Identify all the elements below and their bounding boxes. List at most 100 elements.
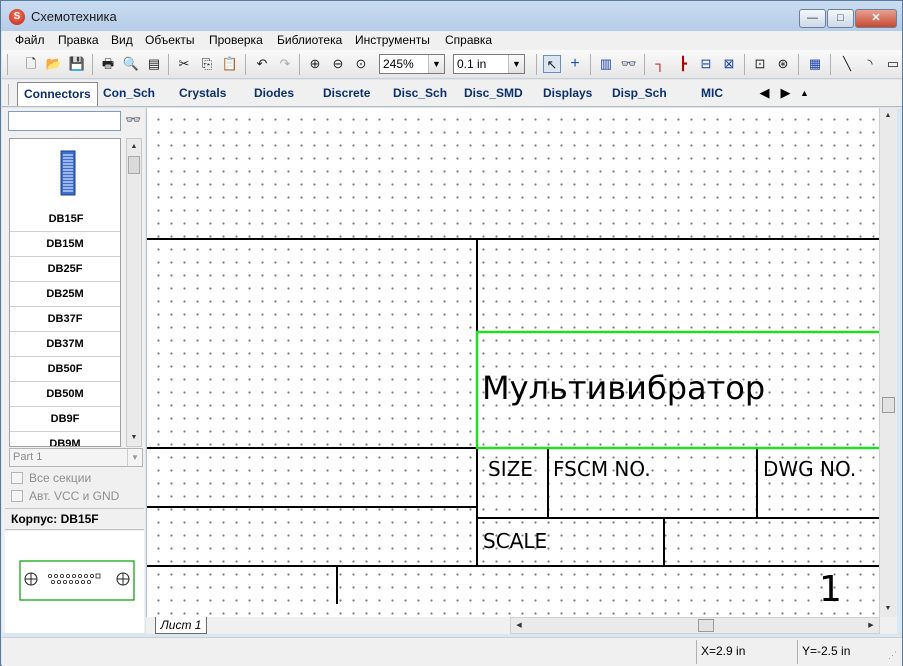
library-search-input[interactable] (8, 111, 121, 131)
rectangle-icon[interactable]: ▭ (884, 55, 902, 73)
cut-icon[interactable]: ✂ (175, 55, 193, 73)
zoom-fit-icon[interactable]: ⊙ (352, 55, 370, 73)
table-icon[interactable]: ▦ (806, 55, 824, 73)
menu-objects[interactable]: Объекты (145, 33, 195, 47)
wire-icon[interactable]: ┐ (651, 55, 669, 73)
junction-icon[interactable]: ⊛ (774, 55, 792, 73)
scroll-down-icon[interactable]: ▼ (881, 601, 895, 617)
list-item[interactable]: DB9F (10, 407, 120, 432)
scroll-left-icon[interactable]: ◀ (512, 618, 526, 633)
toolbar-separator (798, 54, 799, 75)
grid-select[interactable]: 0.1 in ▼ (453, 54, 525, 74)
menu-tools[interactable]: Инструменты (355, 33, 430, 47)
print-icon[interactable]: 🖶 (99, 55, 117, 73)
list-item[interactable]: DB15M (10, 232, 120, 257)
status-x-coordinate: X=2.9 in (696, 640, 796, 664)
zoom-in-icon[interactable]: ⊕ (306, 55, 324, 73)
resize-grip-icon[interactable]: ⋰ (888, 650, 897, 661)
menu-help[interactable]: Справка (445, 33, 492, 47)
line-icon[interactable]: ╲ (838, 55, 856, 73)
scroll-right-icon[interactable]: ▶ (864, 618, 878, 633)
net-label-icon[interactable]: ⊠ (720, 55, 738, 73)
canvas-vertical-scrollbar[interactable]: ▲ ▼ (879, 108, 897, 617)
parts-list[interactable]: DB15F DB15M DB25F DB25M DB37F DB37M DB50… (9, 138, 121, 447)
menu-check[interactable]: Проверка (209, 33, 263, 47)
component-icon[interactable]: ▥ (597, 55, 615, 73)
net-port-icon[interactable]: ⊟ (697, 55, 715, 73)
tab-mic[interactable]: MIC (701, 86, 723, 100)
checkbox-box (11, 490, 23, 502)
close-button[interactable]: ✕ (855, 9, 897, 28)
report-icon[interactable]: ▤ (145, 55, 163, 73)
scroll-up-icon[interactable]: ▲ (881, 108, 895, 124)
toolbar-separator (92, 54, 93, 75)
schematic-title[interactable]: Мультивибратор (482, 369, 765, 407)
redo-icon[interactable]: ↷ (276, 55, 294, 73)
tab-discrete[interactable]: Discrete (323, 86, 370, 100)
copy-icon[interactable]: ⎘ (198, 55, 216, 73)
menu-bar: Файл Правка Вид Объекты Проверка Библиот… (2, 31, 902, 50)
arc-icon[interactable]: ◝ (861, 55, 879, 73)
undo-icon[interactable]: ↶ (253, 55, 271, 73)
tab-disp-sch[interactable]: Disp_Sch (612, 86, 667, 100)
library-tab-bar: Connectors Con_Sch Crystals Diodes Discr… (2, 80, 902, 107)
list-item[interactable]: DB25F (10, 257, 120, 282)
pin-icon[interactable]: ⊡ (751, 55, 769, 73)
menu-library[interactable]: Библиотека (277, 33, 342, 47)
status-bar: X=2.9 in Y=-2.5 in ⋰ (2, 637, 902, 666)
list-item[interactable]: DB9M (10, 432, 120, 446)
zoom-out-icon[interactable]: ⊖ (329, 55, 347, 73)
footprint-preview (19, 560, 135, 601)
find-binoculars-icon[interactable]: 👓 (620, 55, 638, 73)
cross-cursor-icon[interactable]: + (566, 55, 584, 73)
zoom-select[interactable]: 245% ▼ (379, 54, 445, 74)
canvas-horizontal-scrollbar[interactable]: ◀ ▶ (510, 617, 880, 634)
menu-file[interactable]: Файл (15, 33, 45, 47)
package-preview (5, 531, 144, 633)
tab-displays[interactable]: Displays (543, 86, 592, 100)
grid-value: 0.1 in (457, 57, 487, 71)
scroll-up-icon[interactable]: ▲ (127, 139, 141, 155)
package-label: Корпус: DB15F (5, 508, 144, 530)
bus-icon[interactable]: ┣ (674, 55, 692, 73)
scroll-down-icon[interactable]: ▼ (127, 430, 141, 446)
save-icon[interactable]: 💾 (68, 55, 86, 73)
tab-con-sch[interactable]: Con_Sch (103, 86, 155, 100)
app-logo-icon: S (9, 9, 25, 25)
list-item[interactable]: DB37F (10, 307, 120, 332)
main-toolbar: 🗋 📂 💾 🖶 🔍 ▤ ✂ ⎘ 📋 ↶ ↷ ⊕ ⊖ ⊙ 245% ▼ 0.1 i… (2, 50, 902, 79)
tab-scroll-left-icon[interactable]: ◀ (756, 83, 773, 103)
tabbar-menu-icon[interactable]: ▲ (796, 83, 813, 103)
scroll-thumb[interactable] (128, 156, 140, 174)
minimize-button[interactable]: — (799, 9, 826, 28)
scroll-thumb[interactable] (698, 619, 714, 632)
all-sections-checkbox[interactable]: Все секции (11, 471, 91, 485)
paste-icon[interactable]: 📋 (221, 55, 239, 73)
menu-view[interactable]: Вид (111, 33, 133, 47)
list-item[interactable]: DB50F (10, 357, 120, 382)
maximize-button[interactable]: □ (827, 9, 854, 28)
list-item[interactable]: DB25M (10, 282, 120, 307)
sheet-tab-1[interactable]: Лист 1 (155, 617, 207, 634)
tab-connectors[interactable]: Connectors (17, 82, 98, 106)
window-title: Схемотехника (31, 9, 117, 24)
tab-crystals[interactable]: Crystals (179, 86, 226, 100)
tab-scroll-right-icon[interactable]: ▶ (777, 83, 794, 103)
menu-edit[interactable]: Правка (58, 33, 99, 47)
list-item[interactable]: DB50M (10, 382, 120, 407)
scroll-thumb[interactable] (882, 397, 895, 413)
tab-diodes[interactable]: Diodes (254, 86, 294, 100)
print-preview-icon[interactable]: 🔍 (122, 55, 140, 73)
tab-disc-smd[interactable]: Disc_SMD (464, 86, 523, 100)
auto-vcc-checkbox[interactable]: Авт. VCC и GND (11, 489, 119, 503)
part-section-select[interactable]: Part 1 ▼ (9, 448, 143, 467)
list-item[interactable]: DB37M (10, 332, 120, 357)
select-cursor-icon[interactable]: ↖ (543, 55, 561, 73)
parts-list-scrollbar[interactable]: ▲ ▼ (126, 138, 142, 447)
dwg-label: DWG NO. (763, 457, 857, 481)
new-file-icon[interactable]: 🗋 (22, 55, 40, 73)
search-binoculars-icon[interactable]: 👓 (125, 112, 141, 128)
open-file-icon[interactable]: 📂 (45, 55, 63, 73)
schematic-canvas[interactable]: Мультивибратор SIZE FSCM NO. DWG NO. SCA… (146, 108, 879, 617)
tab-disc-sch[interactable]: Disc_Sch (393, 86, 447, 100)
